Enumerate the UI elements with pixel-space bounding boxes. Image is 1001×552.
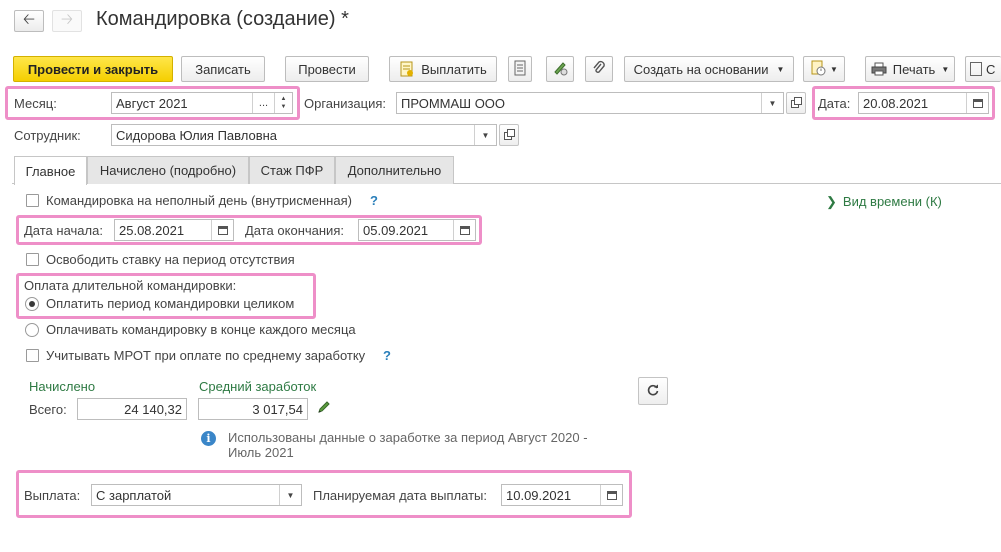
organization-label: Организация: [304,96,387,111]
partial-day-help[interactable]: ? [370,193,378,208]
organization-value: ПРОММАШ ООО [401,95,506,111]
open-organization-button[interactable] [786,92,806,114]
save-button[interactable]: Записать [181,56,265,82]
chevron-down-icon[interactable]: ▼ [761,93,783,113]
payout-highlight-frame [16,470,632,518]
create-based-on-label: Создать на основании [633,61,769,77]
back-button[interactable]: 🡠 [14,10,44,32]
chevron-down-icon: ▼ [941,64,950,74]
info-text-line-2: Июль 2021 [228,445,294,460]
tab-accrued-detailed[interactable]: Начислено (подробно) [87,156,249,184]
open-icon [790,96,802,111]
create-based-on-button[interactable]: Создать на основании ▼ [624,56,794,82]
chevron-down-icon: ▼ [776,64,785,74]
employee-label: Сотрудник: [14,128,81,143]
paperclip-icon [592,60,606,79]
mrot-checkbox[interactable] [26,349,39,362]
edit-button[interactable] [546,56,574,82]
long-trip-highlight-frame [16,273,316,319]
chevron-down-icon[interactable]: ▼ [474,125,496,145]
mrot-label: Учитывать МРОТ при оплате по среднему за… [46,348,366,363]
forward-button[interactable]: 🡢 [52,10,82,32]
avg-earnings-value: 3 017,54 [252,401,303,417]
report-icon [810,60,826,79]
partial-day-label: Командировка на неполный день (внутрисме… [46,193,352,208]
time-kind-link[interactable]: ❯ Вид времени (К) [826,194,942,210]
page-title: Командировка (создание) * [96,8,349,30]
tab-main[interactable]: Главное [14,156,87,185]
mrot-help[interactable]: ? [383,348,391,363]
forward-arrow-icon: 🡢 [60,10,74,28]
tab-additional[interactable]: Дополнительно [335,156,454,184]
post-and-close-button[interactable]: Провести и закрыть [13,56,173,82]
refresh-icon [646,383,660,400]
info-icon: i [201,431,216,446]
list-button[interactable] [508,56,532,82]
printer-icon [871,62,887,76]
open-employee-button[interactable] [499,124,519,146]
pay-button[interactable]: Выплатить [389,56,497,82]
employee-field[interactable]: Сидорова Юлия Павловна ▼ [111,124,497,146]
chevron-down-icon: ▼ [830,64,838,74]
pencil-icon[interactable] [316,399,332,418]
accrued-title: Начислено [29,379,96,394]
post-button[interactable]: Провести [285,56,369,82]
avg-earnings-field[interactable]: 3 017,54 [198,398,308,420]
payment-doc-icon [399,61,415,77]
tab-pfr-experience[interactable]: Стаж ПФР [249,156,335,184]
avg-earnings-title: Средний заработок [199,379,317,394]
print-button[interactable]: Печать ▼ [865,56,955,82]
pay-monthly-label: Оплачивать командировку в конце каждого … [46,322,356,337]
total-label: Всего: [29,402,67,417]
chevron-right-icon: ❯ [826,194,837,209]
free-rate-checkbox[interactable] [26,253,39,266]
pay-monthly-radio[interactable] [25,323,39,337]
list-icon [514,60,526,79]
overflow-label: С [986,61,996,77]
organization-field[interactable]: ПРОММАШ ООО ▼ [396,92,784,114]
print-label: Печать [892,61,936,77]
info-text-line-1: Использованы данные о заработке за перио… [228,430,588,445]
back-arrow-icon: 🡠 [22,10,36,28]
total-field[interactable]: 24 140,32 [77,398,187,420]
month-highlight-frame [5,86,300,120]
doc-icon [970,62,982,76]
total-value: 24 140,32 [124,401,182,417]
pay-button-label: Выплатить [421,61,487,77]
overflow-button[interactable]: С [965,56,1001,82]
edit-icon [552,60,568,79]
free-rate-label: Освободить ставку на период отсутствия [46,252,295,267]
reports-button[interactable]: ▼ [803,56,845,82]
period-highlight-frame [16,215,482,245]
open-icon [503,128,515,143]
attach-button[interactable] [585,56,613,82]
partial-day-checkbox[interactable] [26,194,39,207]
date-highlight-frame [812,86,995,120]
refresh-button[interactable] [638,377,668,405]
employee-value: Сидорова Юлия Павловна [116,127,278,143]
time-kind-link-label: Вид времени (К) [842,194,942,209]
